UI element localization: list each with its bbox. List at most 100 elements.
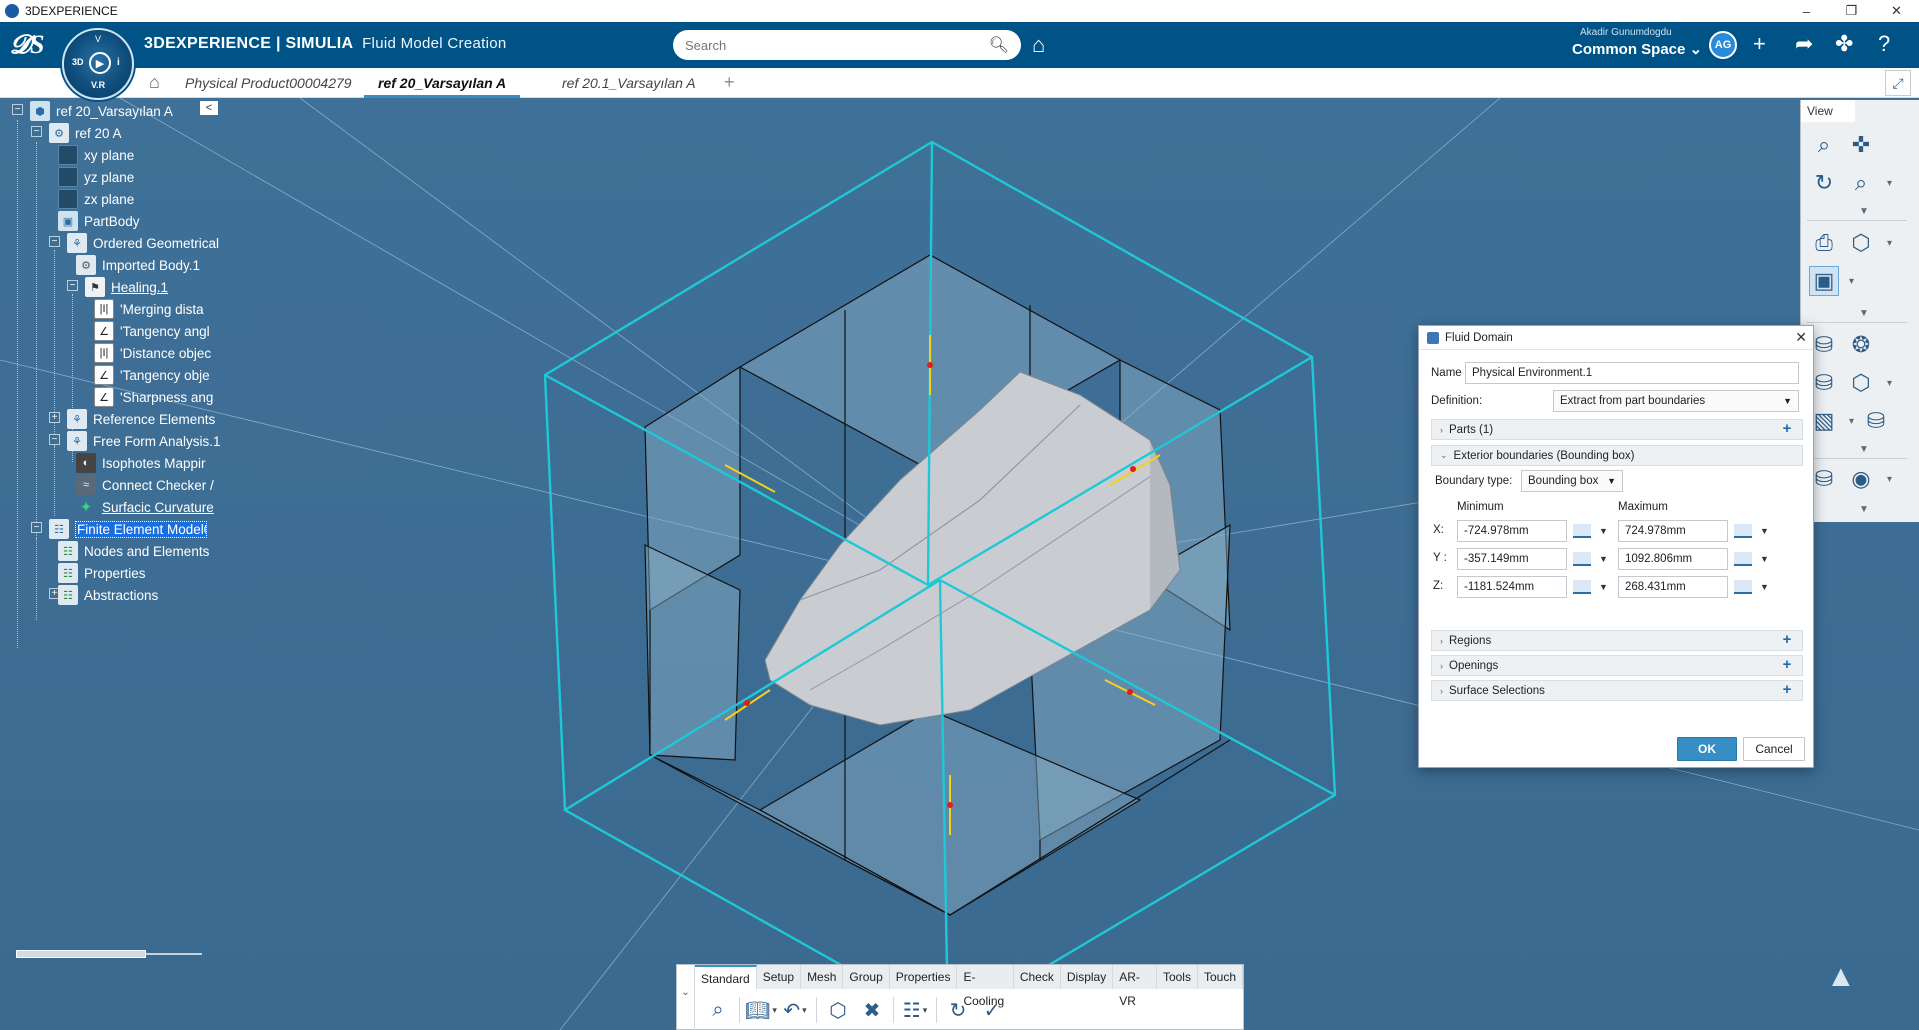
search-zoom-icon[interactable]: ⌕ [701, 995, 735, 1025]
tab-properties[interactable]: Properties [890, 965, 958, 989]
avatar[interactable]: AG [1709, 31, 1737, 59]
tree-collapse-button[interactable]: < [200, 101, 218, 115]
tab-mesh[interactable]: Mesh [801, 965, 844, 989]
add-tab-icon[interactable]: + [724, 72, 735, 93]
tab-e-cooling[interactable]: E-Cooling [957, 965, 1014, 1008]
undo-icon[interactable]: ↶ ▾ [778, 995, 812, 1025]
add-icon[interactable]: + [1753, 31, 1766, 57]
tag-icon[interactable]: ⌂ [1032, 32, 1045, 58]
chevron-down-icon[interactable]: ▾ [1887, 178, 1892, 189]
tree-node-partbody[interactable]: ▣ PartBody [58, 210, 140, 232]
tree-node-ordered-geometrical[interactable]: ⚘ Ordered Geometrical [67, 232, 219, 254]
table-icon[interactable]: ☷ ▾ [898, 995, 932, 1025]
x-min-unit[interactable]: ▼ [1573, 520, 1617, 542]
help-icon[interactable]: ? [1878, 31, 1890, 57]
tree-node-yz-plane[interactable]: yz plane [58, 166, 134, 188]
clip-icon[interactable]: ⛁ [1861, 406, 1891, 436]
tree-node-xy-plane[interactable]: xy plane [58, 144, 134, 166]
collapse-toggle[interactable]: − [31, 126, 42, 137]
fullscreen-icon[interactable]: ⤢ [1885, 70, 1911, 96]
apps-icon[interactable]: ✤ [1835, 31, 1853, 57]
add-opening-icon[interactable]: + [1780, 657, 1794, 672]
chevron-down-icon[interactable]: ▼ [1859, 444, 1869, 455]
zoom-icon[interactable]: ⌕ [1846, 168, 1876, 198]
visibility-icon[interactable]: ◉ [1846, 464, 1876, 494]
y-min-field[interactable]: -357.149mm [1457, 548, 1567, 570]
tree-node-imported-body[interactable]: ⚙ Imported Body.1 [76, 254, 200, 276]
measure-icon[interactable]: ✓ [975, 995, 1009, 1025]
tab-touch[interactable]: Touch [1198, 965, 1243, 989]
z-max-field[interactable]: 268.431mm [1618, 576, 1728, 598]
boundary-type-dropdown[interactable]: Bounding box ▼ [1521, 470, 1623, 492]
scrollbar-thumb[interactable] [16, 950, 146, 958]
surface-selections-section[interactable]: › Surface Selections + [1431, 680, 1803, 701]
tree-node-healing[interactable]: ⚑ Healing.1 [85, 276, 168, 298]
tab-ar-vr[interactable]: AR-VR [1113, 965, 1157, 1008]
chevron-down-icon[interactable]: ⌄ [1690, 41, 1703, 58]
add-region-icon[interactable]: + [1780, 632, 1794, 647]
collapse-toggle[interactable]: − [31, 522, 42, 533]
tree-scrollbar[interactable] [16, 950, 202, 958]
space-selector[interactable]: Common Space [1572, 41, 1685, 58]
zoom-area-icon[interactable]: ⌕ [1809, 130, 1839, 160]
tree-node-abstractions[interactable]: ☷ Abstractions [58, 584, 158, 606]
tab-check[interactable]: Check [1014, 965, 1061, 989]
collapse-toggle[interactable]: − [12, 104, 23, 115]
chevron-down-icon[interactable]: ▾ [1849, 416, 1854, 427]
tree-node-param[interactable]: ∠ 'Sharpness ang [94, 386, 213, 408]
user-info[interactable]: Akadir Gunumdogdu Common Space ⌄ [1572, 27, 1702, 58]
home-icon[interactable]: ⌂ [149, 72, 160, 93]
tab-standard[interactable]: Standard [695, 965, 757, 989]
tab-tools[interactable]: Tools [1157, 965, 1198, 989]
tree-node-root[interactable]: ⬢ ref 20_Varsayılan A [30, 100, 173, 122]
scrollbar-track[interactable] [146, 953, 202, 955]
tree-node-finite-element-model[interactable]: ☷Finite Element Model000 [49, 518, 207, 540]
tree-node-param[interactable]: ∠ 'Tangency angl [94, 320, 210, 342]
minimize-button[interactable]: – [1784, 0, 1829, 22]
search-input[interactable] [685, 37, 989, 53]
z-min-unit[interactable]: ▼ [1573, 576, 1617, 598]
tab-ref20-1[interactable]: ref 20.1_Varsayılan A [548, 68, 710, 98]
book-icon[interactable]: 📖︎ ▾ [744, 995, 778, 1025]
chevron-down-icon[interactable]: ▾ [1849, 276, 1854, 287]
view-cube-icon[interactable]: ⬡ [1846, 228, 1876, 258]
z-min-field[interactable]: -1181.524mm [1457, 576, 1567, 598]
collapse-toggle[interactable]: − [49, 434, 60, 445]
ok-button[interactable]: OK [1677, 737, 1737, 761]
search-icon[interactable]: 🔍︎ [989, 35, 1009, 55]
tree-node-isophotes[interactable]: ◐ Isophotes Mappir [76, 452, 206, 474]
definition-dropdown[interactable]: Extract from part boundaries ▼ [1553, 390, 1799, 412]
shading-icon[interactable]: ▣ [1809, 266, 1839, 296]
close-window-button[interactable]: ✕ [1874, 0, 1919, 22]
action-bar-expand-icon[interactable]: ⌄ [677, 965, 695, 1030]
x-min-field[interactable]: -724.978mm [1457, 520, 1567, 542]
z-max-unit[interactable]: ▼ [1734, 576, 1778, 598]
y-max-unit[interactable]: ▼ [1734, 548, 1778, 570]
orientation-widget-icon[interactable]: ▲ [1826, 960, 1856, 994]
expand-toggle[interactable]: + [49, 412, 60, 423]
chevron-down-icon[interactable]: ▾ [1887, 238, 1892, 249]
add-surface-selection-icon[interactable]: + [1780, 682, 1794, 697]
tree-node-zx-plane[interactable]: zx plane [58, 188, 134, 210]
tab-setup[interactable]: Setup [757, 965, 802, 989]
part-update-icon[interactable]: ⬡ [821, 995, 855, 1025]
regions-section[interactable]: › Regions + [1431, 630, 1803, 651]
name-field[interactable]: Physical Environment.1 [1465, 362, 1799, 384]
pan-icon[interactable]: ✜ [1846, 130, 1876, 160]
collapse-toggle[interactable]: − [49, 236, 60, 247]
tree-node-free-form-analysis[interactable]: ⚘ Free Form Analysis.1 [67, 430, 221, 452]
delete-feature-icon[interactable]: ✖ [855, 995, 889, 1025]
chevron-down-icon[interactable]: ▼ [1859, 308, 1869, 319]
restore-button[interactable]: ❐ [1829, 0, 1874, 22]
exterior-boundaries-section[interactable]: ⌄ Exterior boundaries (Bounding box) [1431, 445, 1803, 466]
tree-node-surfacic-curvature[interactable]: ✦ Surfacic Curvature [76, 496, 214, 518]
x-max-unit[interactable]: ▼ [1734, 520, 1778, 542]
close-icon[interactable]: ✕ [1795, 329, 1807, 346]
openings-section[interactable]: › Openings + [1431, 655, 1803, 676]
tree-node-param[interactable]: |I| 'Merging dista [94, 298, 204, 320]
hex-icon[interactable]: ⬡ [1846, 368, 1876, 398]
tab-display[interactable]: Display [1061, 965, 1114, 989]
tree-node-properties[interactable]: ☷ Properties [58, 562, 146, 584]
y-min-unit[interactable]: ▼ [1573, 548, 1617, 570]
tree-node-reference-elements[interactable]: ⚘ Reference Elements [67, 408, 215, 430]
